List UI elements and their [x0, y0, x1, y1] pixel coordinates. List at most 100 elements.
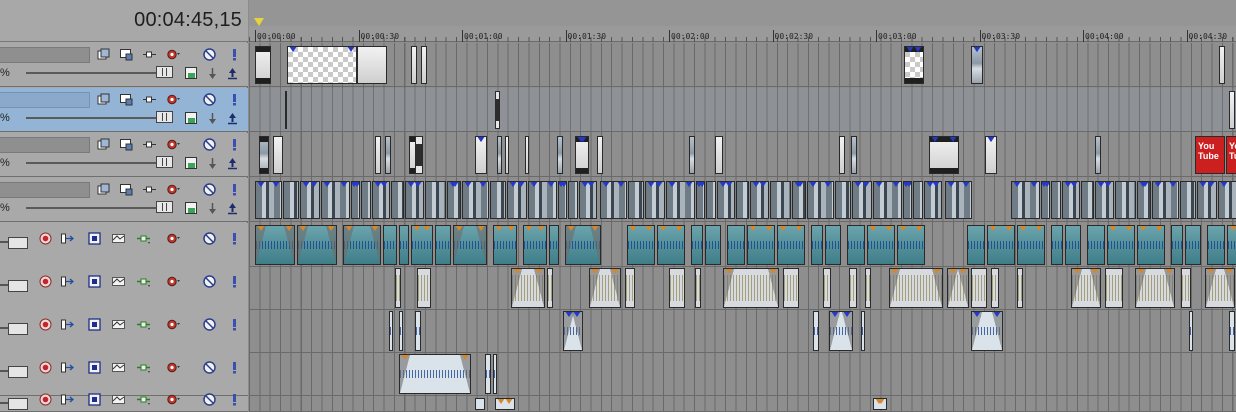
audio-event[interactable]	[417, 268, 431, 308]
compositing-child-icon[interactable]	[184, 156, 199, 171]
make-compositing-parent-icon[interactable]	[225, 111, 240, 126]
video-event[interactable]	[273, 136, 283, 174]
automation-gear-icon[interactable]	[166, 47, 181, 62]
video-event[interactable]	[361, 181, 371, 219]
video-event[interactable]	[287, 46, 357, 84]
input-bus-icon[interactable]	[60, 274, 75, 289]
audio-event[interactable]	[563, 311, 583, 351]
level-slider-track[interactable]	[26, 207, 158, 209]
solo-icon[interactable]	[227, 137, 242, 152]
video-event[interactable]	[706, 181, 716, 219]
video-event[interactable]	[1095, 181, 1114, 219]
audio-event[interactable]	[991, 268, 999, 308]
audio-event[interactable]	[971, 268, 987, 308]
audio-event[interactable]	[1087, 225, 1105, 265]
lock-envelope-icon[interactable]	[111, 317, 126, 332]
audio-event[interactable]	[297, 225, 337, 265]
composite-mode-icon[interactable]	[96, 47, 111, 62]
time-ruler[interactable]: 00:00:00 00:00:30 00:01:00 00:01:30 00:02:00…	[249, 0, 1236, 42]
audio-track-header-5[interactable]	[0, 393, 248, 412]
audio-track-header-2[interactable]	[0, 266, 248, 310]
track-fx-bus-icon[interactable]	[136, 360, 151, 375]
input-monitor-icon[interactable]	[87, 317, 102, 332]
track-fx-bus-icon[interactable]	[136, 392, 151, 407]
compositing-child-icon[interactable]	[184, 66, 199, 81]
mute-icon[interactable]	[202, 274, 217, 289]
audio-event[interactable]	[1171, 225, 1183, 265]
video-track-header-1[interactable]: %	[0, 43, 248, 87]
audio-event[interactable]	[383, 225, 397, 265]
automation-gear-icon[interactable]	[166, 182, 181, 197]
solo-icon[interactable]	[227, 47, 242, 62]
audio-event[interactable]	[511, 268, 545, 308]
video-event[interactable]	[425, 181, 446, 219]
video-event[interactable]	[750, 181, 769, 219]
audio-event[interactable]	[777, 225, 805, 265]
parent-down-arrow-icon[interactable]	[205, 66, 220, 81]
record-arm-icon[interactable]	[38, 231, 53, 246]
lock-envelope-icon[interactable]	[111, 274, 126, 289]
mute-icon[interactable]	[202, 47, 217, 62]
audio-event[interactable]	[1229, 311, 1235, 351]
audio-event[interactable]	[1189, 311, 1193, 351]
volume-fader[interactable]	[0, 366, 28, 378]
video-event[interactable]	[1115, 181, 1136, 219]
timeline-area[interactable]: 00:00:00 00:00:30 00:01:00 00:01:30 00:02:00…	[249, 0, 1236, 412]
video-event[interactable]	[259, 136, 269, 174]
video-event[interactable]	[600, 181, 627, 219]
solo-icon[interactable]	[227, 317, 242, 332]
solo-icon[interactable]	[227, 182, 242, 197]
video-event[interactable]	[255, 181, 282, 219]
audio-event[interactable]	[873, 398, 887, 410]
audio-event[interactable]	[691, 225, 703, 265]
mute-icon[interactable]	[202, 231, 217, 246]
mute-icon[interactable]	[202, 317, 217, 332]
video-event[interactable]	[575, 136, 589, 174]
video-event[interactable]	[945, 181, 972, 219]
automation-gear-icon[interactable]	[166, 360, 181, 375]
track-fx-icon[interactable]	[142, 137, 157, 152]
video-event[interactable]	[321, 181, 350, 219]
composite-mode-icon[interactable]	[96, 92, 111, 107]
video-track-header-4[interactable]: %	[0, 178, 248, 222]
audio-lane-5[interactable]	[249, 396, 1236, 412]
record-arm-icon[interactable]	[38, 274, 53, 289]
level-slider-track[interactable]	[26, 117, 158, 119]
video-event[interactable]	[666, 181, 695, 219]
video-event[interactable]	[579, 181, 597, 219]
audio-event[interactable]	[967, 225, 985, 265]
mute-icon[interactable]	[202, 137, 217, 152]
video-event[interactable]	[835, 181, 851, 219]
video-event[interactable]	[1051, 181, 1061, 219]
audio-event[interactable]	[399, 225, 409, 265]
video-event[interactable]	[462, 181, 489, 219]
video-event[interactable]	[285, 91, 287, 129]
track-lanes[interactable]: YouTubeYouTube	[249, 43, 1236, 412]
audio-event[interactable]	[411, 225, 433, 265]
video-event[interactable]	[1011, 181, 1040, 219]
video-event[interactable]	[528, 181, 557, 219]
track-motion-icon[interactable]	[119, 137, 134, 152]
mute-icon[interactable]	[202, 360, 217, 375]
video-track-header-2[interactable]: %	[0, 88, 248, 132]
compositing-child-icon[interactable]	[184, 201, 199, 216]
video-event[interactable]	[645, 181, 665, 219]
audio-event[interactable]	[669, 268, 685, 308]
audio-event[interactable]	[493, 354, 497, 394]
parent-down-arrow-icon[interactable]	[205, 156, 220, 171]
video-event[interactable]	[391, 181, 404, 219]
video-event[interactable]	[1137, 181, 1151, 219]
parent-down-arrow-icon[interactable]	[205, 111, 220, 126]
video-event[interactable]	[490, 181, 506, 219]
audio-event[interactable]	[861, 311, 865, 351]
solo-icon[interactable]	[227, 392, 242, 407]
lock-envelope-icon[interactable]	[111, 392, 126, 407]
audio-event[interactable]	[565, 225, 601, 265]
audio-event[interactable]	[627, 225, 655, 265]
video-event[interactable]	[357, 46, 387, 84]
input-bus-icon[interactable]	[60, 317, 75, 332]
track-fx-icon[interactable]	[142, 92, 157, 107]
video-event[interactable]	[1219, 46, 1225, 84]
level-slider-knob[interactable]	[156, 156, 173, 168]
audio-event[interactable]	[1017, 268, 1023, 308]
